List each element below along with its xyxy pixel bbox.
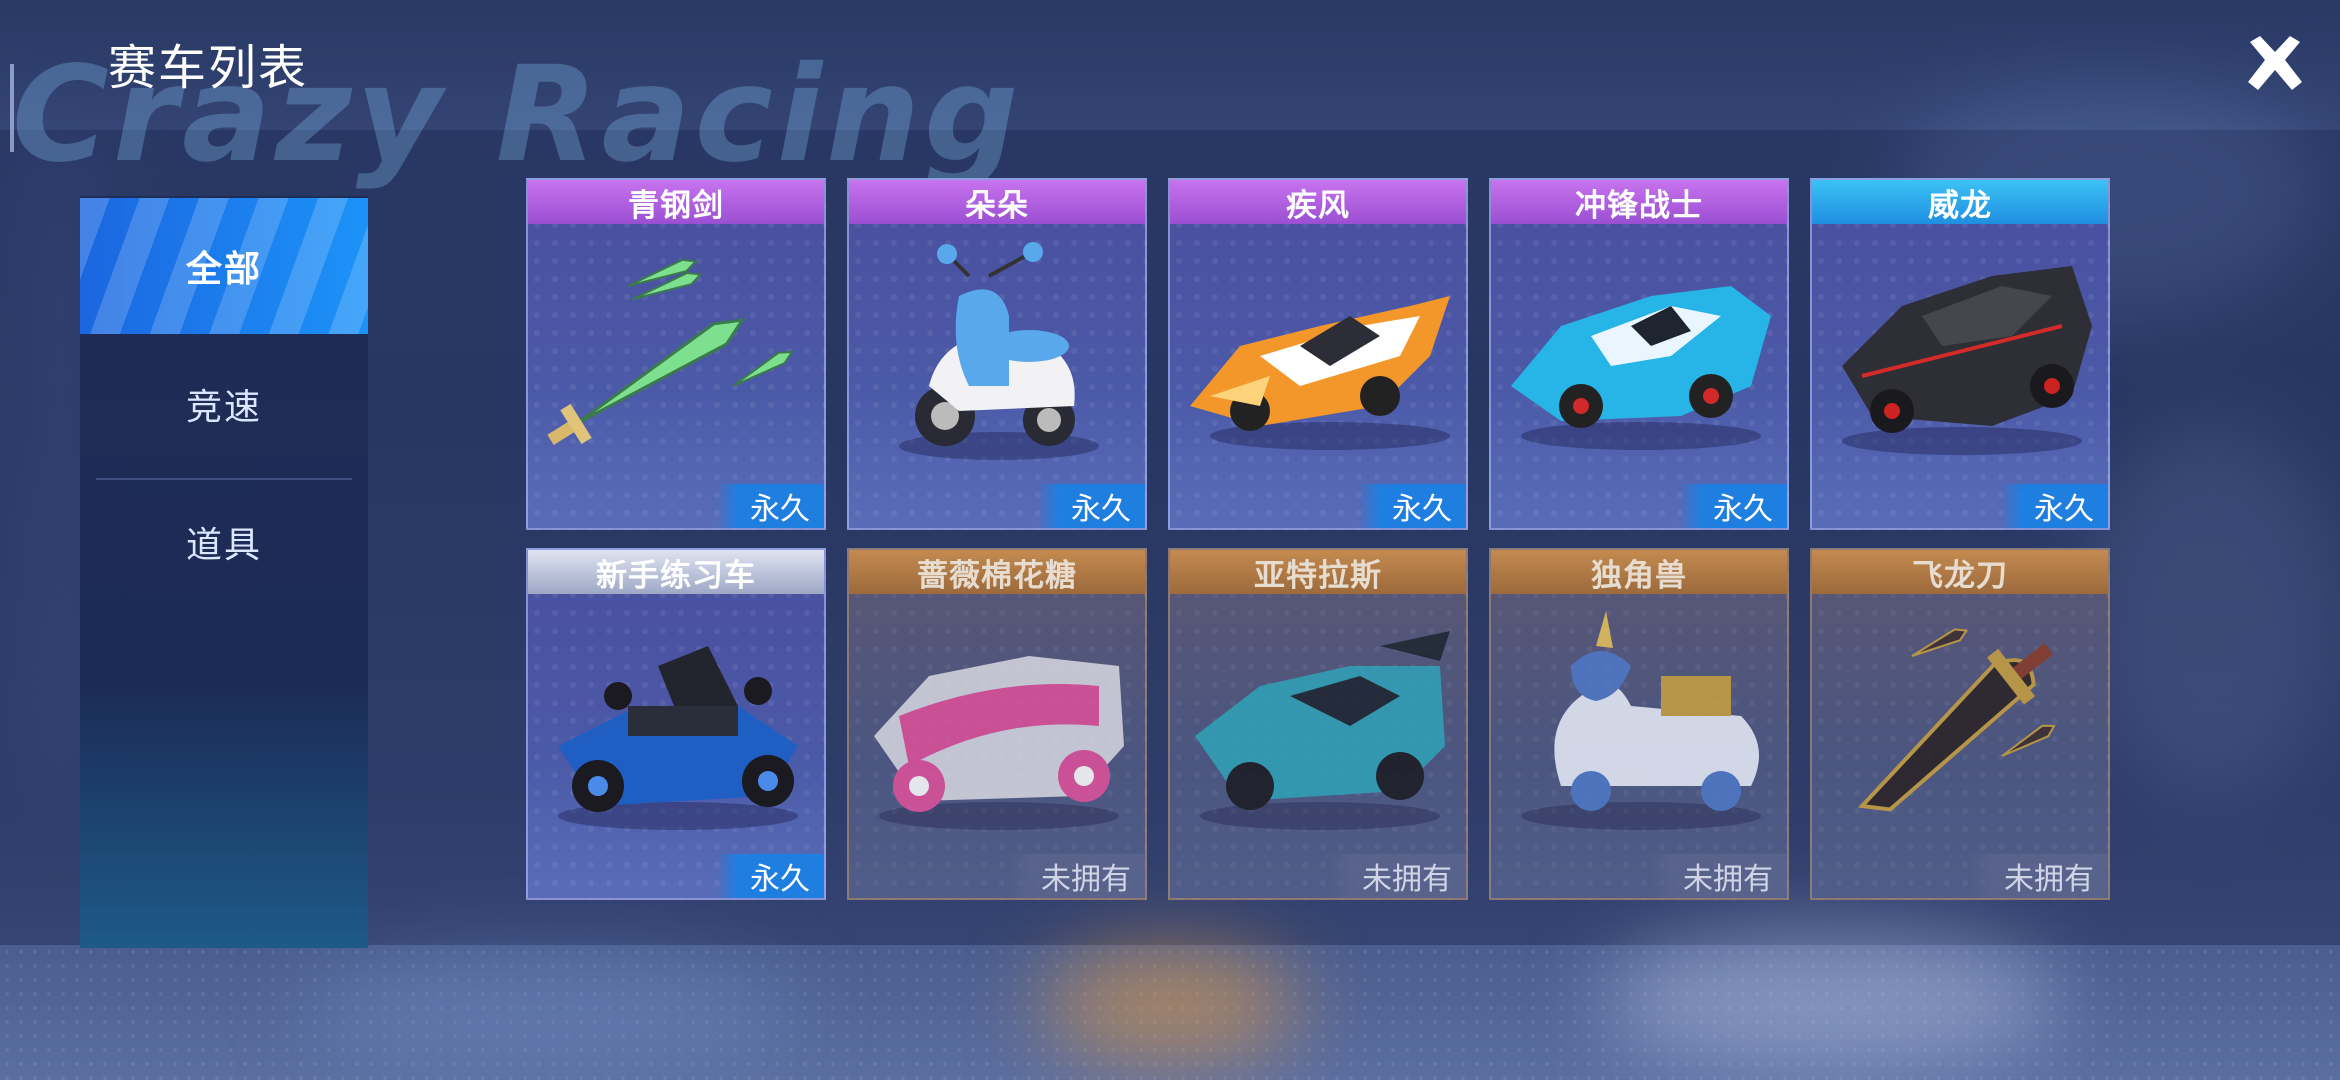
background-glow xyxy=(300,960,800,1060)
tab-item[interactable]: 道具 xyxy=(80,474,368,610)
tab-label: 道具 xyxy=(185,525,262,566)
ownership-badge: 永久 xyxy=(716,484,824,528)
ownership-badge: 永久 xyxy=(1679,484,1787,528)
car-card[interactable]: 新手练习车 永久 xyxy=(526,548,826,900)
race-car-icon xyxy=(1195,631,1450,830)
game-screen: Crazy Racing 赛车列表 全部 竞速 道具 青钢剑 永久 朵朵 永久 … xyxy=(0,0,2340,1080)
tab-all[interactable]: 全部 xyxy=(80,198,368,334)
ownership-badge: 永久 xyxy=(1037,484,1145,528)
tab-speed[interactable]: 竞速 xyxy=(80,336,368,472)
ownership-badge: 未拥有 xyxy=(1007,854,1145,898)
car-name: 亚特拉斯 xyxy=(1170,550,1466,594)
background-glow xyxy=(1040,950,1300,1060)
race-car-icon xyxy=(1842,266,2092,455)
ownership-badge: 未拥有 xyxy=(1649,854,1787,898)
ownership-badge: 未拥有 xyxy=(1970,854,2108,898)
car-card-locked[interactable]: 独角兽 未拥有 xyxy=(1489,548,1789,900)
car-card[interactable]: 青钢剑 永久 xyxy=(526,178,826,530)
race-car-icon xyxy=(1190,296,1450,450)
car-name: 新手练习车 xyxy=(528,550,824,594)
car-name: 青钢剑 xyxy=(528,180,824,224)
car-name: 蔷薇棉花糖 xyxy=(849,550,1145,594)
ownership-badge: 永久 xyxy=(2000,484,2108,528)
car-card-locked[interactable]: 亚特拉斯 未拥有 xyxy=(1168,548,1468,900)
race-car-icon xyxy=(1511,286,1771,450)
page-title: 赛车列表 xyxy=(108,40,309,96)
unicorn-car-icon xyxy=(1521,611,1761,830)
category-sidebar: 全部 竞速 道具 xyxy=(80,196,368,948)
car-grid: 青钢剑 永久 朵朵 永久 疾风 永久 冲锋战士 永久 威龙 永久 新手练习车 永… xyxy=(526,178,2112,902)
car-name: 威龙 xyxy=(1812,180,2108,224)
kart-icon xyxy=(558,646,798,830)
ownership-badge: 永久 xyxy=(716,854,824,898)
race-car-icon xyxy=(874,656,1124,830)
car-card[interactable]: 朵朵 永久 xyxy=(847,178,1147,530)
car-name: 冲锋战士 xyxy=(1491,180,1787,224)
blade-icon xyxy=(1857,628,2056,812)
car-name: 飞龙刀 xyxy=(1812,550,2108,594)
ownership-badge: 永久 xyxy=(1358,484,1466,528)
scooter-icon xyxy=(899,242,1099,460)
background-glow xyxy=(1600,930,2060,1070)
tab-label: 全部 xyxy=(185,249,262,290)
car-name: 疾风 xyxy=(1170,180,1466,224)
car-name: 独角兽 xyxy=(1491,550,1787,594)
sword-icon xyxy=(547,258,794,445)
car-card[interactable]: 威龙 永久 xyxy=(1810,178,2110,530)
car-name: 朵朵 xyxy=(849,180,1145,224)
car-card[interactable]: 冲锋战士 永久 xyxy=(1489,178,1789,530)
ownership-badge: 未拥有 xyxy=(1328,854,1466,898)
tab-label: 竞速 xyxy=(185,387,262,428)
car-card[interactable]: 疾风 永久 xyxy=(1168,178,1468,530)
close-button[interactable] xyxy=(2240,28,2310,98)
car-card-locked[interactable]: 飞龙刀 未拥有 xyxy=(1810,548,2110,900)
close-icon xyxy=(2248,36,2302,90)
car-card-locked[interactable]: 蔷薇棉花糖 未拥有 xyxy=(847,548,1147,900)
